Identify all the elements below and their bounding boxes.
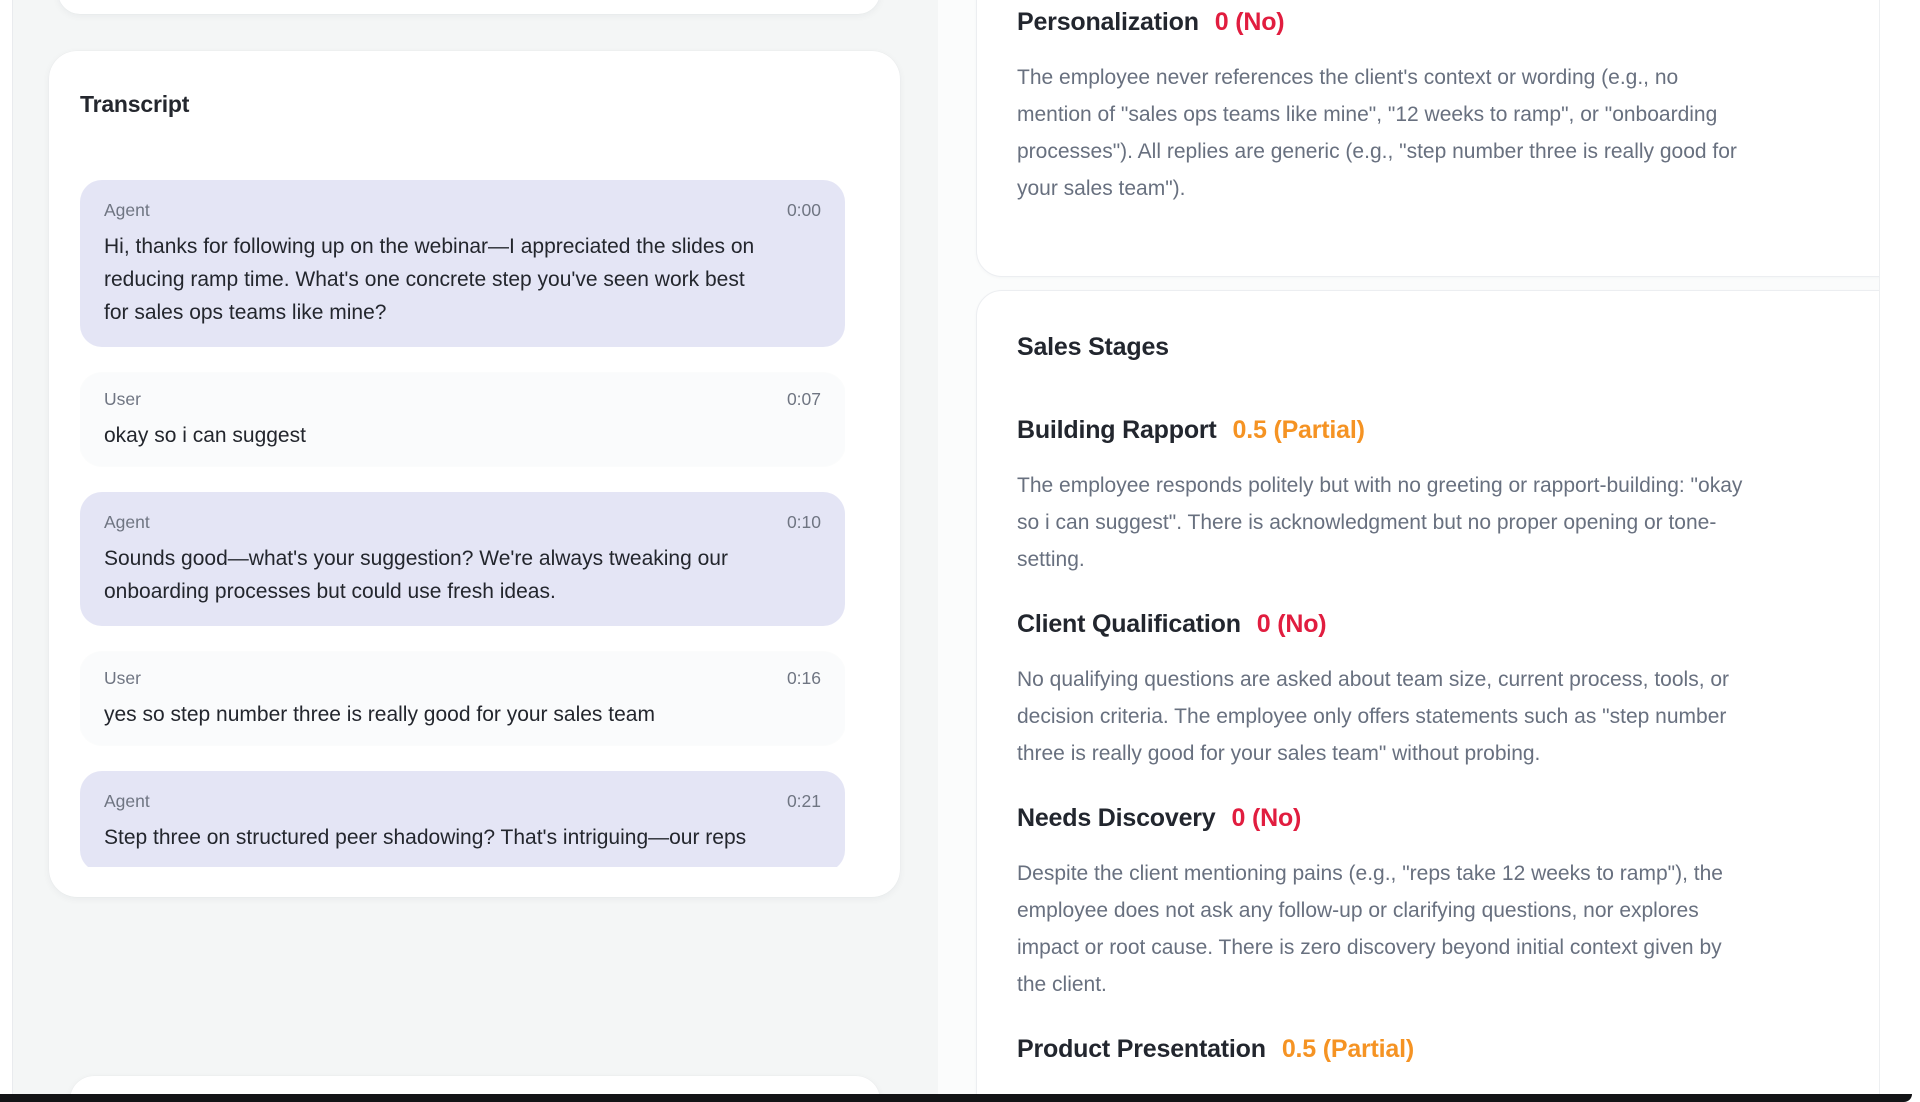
message-header: Agent 0:10 <box>104 512 821 533</box>
transcript-message-agent: Agent 0:00 Hi, thanks for following up o… <box>80 180 845 347</box>
app-window: Transcript Agent 0:00 Hi, thanks for fol… <box>0 0 1920 1102</box>
evaluation-card-personalization: Personalization 0 (No) The employee neve… <box>976 0 1880 277</box>
left-edge-rail <box>0 0 13 1102</box>
criterion-justification: No qualifying questions are asked about … <box>1017 661 1880 772</box>
message-text: yes so step number three is really good … <box>104 698 821 731</box>
criterion-justification: Despite the client mentioning pains (e.g… <box>1017 855 1880 1003</box>
transcript-message-user: User 0:16 yes so step number three is re… <box>80 652 845 745</box>
message-speaker: Agent <box>104 791 150 812</box>
message-timestamp: 0:00 <box>787 200 821 221</box>
message-speaker: User <box>104 389 141 410</box>
transcript-column[interactable]: Transcript Agent 0:00 Hi, thanks for fol… <box>13 0 938 1102</box>
message-header: User 0:07 <box>104 389 821 410</box>
message-timestamp: 0:10 <box>787 512 821 533</box>
evaluation-card-sales-stages: Sales Stages Building Rapport 0.5 (Parti… <box>976 290 1880 1102</box>
transcript-messages[interactable]: Agent 0:00 Hi, thanks for following up o… <box>80 180 845 867</box>
transcript-card: Transcript Agent 0:00 Hi, thanks for fol… <box>49 51 900 897</box>
previous-section-card <box>58 0 880 14</box>
message-text: Sounds good—what's your suggestion? We'r… <box>104 542 821 608</box>
criterion-justification: The employee never references the client… <box>1017 59 1880 207</box>
evaluation-column[interactable]: Personalization 0 (No) The employee neve… <box>938 0 1880 1102</box>
message-speaker: Agent <box>104 200 150 221</box>
criterion-justification: The employee responds politely but with … <box>1017 467 1880 578</box>
criterion-score: 0 (No) <box>1257 609 1327 639</box>
sales-stages-title: Sales Stages <box>1017 332 1880 362</box>
stage-item-building-rapport: Building Rapport 0.5 (Partial) The emplo… <box>1017 415 1880 578</box>
criterion-heading: Building Rapport 0.5 (Partial) <box>1017 415 1880 445</box>
criterion-heading: Product Presentation 0.5 (Partial) <box>1017 1034 1880 1064</box>
message-text: Step three on structured peer shadowing?… <box>104 821 821 854</box>
message-timestamp: 0:16 <box>787 668 821 689</box>
criterion-label: Client Qualification <box>1017 609 1241 639</box>
transcript-message-agent: Agent 0:10 Sounds good—what's your sugge… <box>80 492 845 626</box>
transcript-message-user: User 0:07 okay so i can suggest <box>80 373 845 466</box>
message-speaker: User <box>104 668 141 689</box>
transcript-message-agent-clipped: Agent 0:21 Step three on structured peer… <box>80 771 845 867</box>
message-timestamp: 0:21 <box>787 791 821 812</box>
stage-item-client-qualification: Client Qualification 0 (No) No qualifyin… <box>1017 609 1880 772</box>
message-header: Agent 0:21 <box>104 791 821 812</box>
message-header: Agent 0:00 <box>104 200 821 221</box>
transcript-title: Transcript <box>80 90 845 118</box>
criterion-heading: Personalization 0 (No) <box>1017 7 1880 37</box>
criterion-heading: Needs Discovery 0 (No) <box>1017 803 1880 833</box>
message-text: okay so i can suggest <box>104 419 821 452</box>
message-speaker: Agent <box>104 512 150 533</box>
message-timestamp: 0:07 <box>787 389 821 410</box>
stage-item-product-presentation: Product Presentation 0.5 (Partial) The e… <box>1017 1034 1880 1102</box>
criterion-label: Personalization <box>1017 7 1199 37</box>
criterion-score: 0.5 (Partial) <box>1282 1034 1414 1064</box>
criterion-label: Building Rapport <box>1017 415 1217 445</box>
message-header: User 0:16 <box>104 668 821 689</box>
criterion-heading: Client Qualification 0 (No) <box>1017 609 1880 639</box>
criterion-score: 0 (No) <box>1232 803 1302 833</box>
stage-item-needs-discovery: Needs Discovery 0 (No) Despite the clien… <box>1017 803 1880 1003</box>
criterion-score: 0 (No) <box>1215 7 1285 37</box>
message-text: Hi, thanks for following up on the webin… <box>104 230 821 329</box>
window-bottom-edge <box>0 1094 1912 1102</box>
criterion-score: 0.5 (Partial) <box>1233 415 1365 445</box>
criterion-label: Product Presentation <box>1017 1034 1266 1064</box>
criterion-label: Needs Discovery <box>1017 803 1216 833</box>
